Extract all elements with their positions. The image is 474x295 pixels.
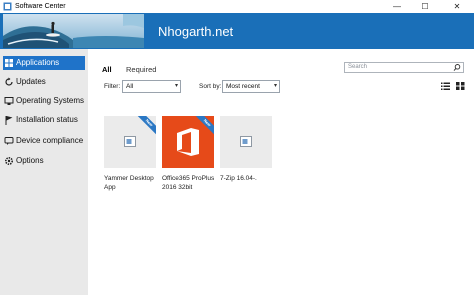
tile-view-icon[interactable] <box>456 81 465 91</box>
chevron-down-icon: ▾ <box>174 83 178 89</box>
organization-name: Nhogarth.net <box>158 24 234 39</box>
chat-icon <box>4 137 14 145</box>
sidebar-item-operating-systems[interactable]: Operating Systems <box>3 94 85 108</box>
sort-select[interactable]: Most recent ▾ <box>222 80 280 93</box>
refresh-icon <box>5 77 13 86</box>
monitor-icon <box>4 97 14 105</box>
sort-label: Sort by: <box>199 83 222 90</box>
placeholder-app-icon <box>240 136 252 147</box>
app-tile-7zip[interactable] <box>220 116 272 168</box>
gear-icon <box>4 156 14 166</box>
window-title: Software Center <box>15 3 66 10</box>
search-icon[interactable] <box>453 63 461 72</box>
search-placeholder: Search <box>348 64 368 70</box>
app-name[interactable]: 7-Zip 16.04-. <box>220 174 274 183</box>
sidebar-item-device-compliance[interactable]: Device compliance <box>3 134 85 148</box>
title-bar: Software Center — ☐ ✕ <box>0 0 474 13</box>
filter-value: All <box>126 83 134 90</box>
new-badge: New <box>192 116 214 138</box>
sort-value: Most recent <box>226 83 260 90</box>
chevron-down-icon: ▾ <box>273 83 277 89</box>
sidebar-item-updates[interactable]: Updates <box>3 75 85 89</box>
surfer-banner-image <box>3 14 144 48</box>
grid-icon <box>5 59 13 67</box>
sidebar-item-label: Device compliance <box>16 136 84 145</box>
tab-required[interactable]: Required <box>126 65 156 75</box>
new-badge: New <box>134 116 156 138</box>
flag-icon <box>5 116 13 125</box>
sidebar-item-label: Updates <box>16 77 46 86</box>
software-center-icon <box>3 2 12 11</box>
list-view-icon[interactable] <box>441 81 450 91</box>
minimize-button[interactable]: — <box>386 0 408 13</box>
tab-all[interactable]: All <box>102 65 112 75</box>
app-name[interactable]: Yammer Desktop App <box>104 174 158 192</box>
filter-label: Filter: <box>104 83 121 90</box>
app-name[interactable]: Office365 ProPlus 2016 32bit <box>162 174 216 192</box>
sidebar-item-options[interactable]: Options <box>3 154 85 168</box>
sidebar-item-installation-status[interactable]: Installation status <box>3 113 85 127</box>
sidebar-item-label: Operating Systems <box>16 96 85 105</box>
close-button[interactable]: ✕ <box>446 0 468 13</box>
sidebar-item-applications[interactable]: Applications <box>3 56 85 70</box>
maximize-button[interactable]: ☐ <box>414 0 436 13</box>
sidebar-item-label: Options <box>16 156 44 165</box>
sidebar-item-label: Applications <box>16 58 60 67</box>
sidebar-item-label: Installation status <box>16 115 78 124</box>
filter-select[interactable]: All ▾ <box>122 80 181 93</box>
search-input[interactable]: Search <box>344 62 464 73</box>
